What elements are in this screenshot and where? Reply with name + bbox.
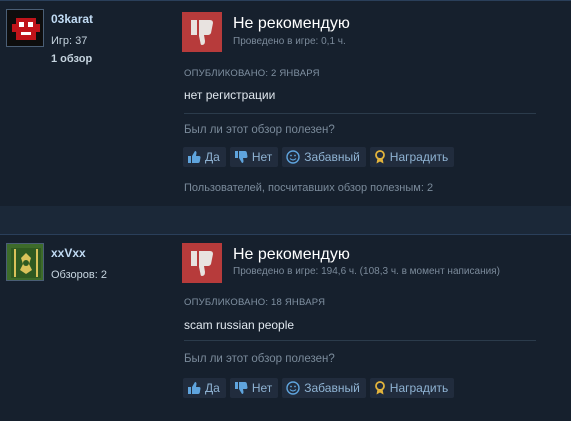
- thumbs-up-icon: [187, 381, 201, 395]
- review-verdict[interactable]: Не рекомендую: [233, 246, 350, 264]
- playtime: Проведено в игре: 0,1 ч.: [233, 36, 346, 47]
- games-owned[interactable]: Игр: 37: [51, 35, 87, 47]
- smiley-icon: [286, 381, 300, 395]
- vote-funny-button[interactable]: Забавный: [282, 147, 366, 167]
- award-label: Наградить: [389, 381, 449, 395]
- thumbs-down-icon: [234, 150, 248, 164]
- posted-date: ОПУБЛИКОВАНО: 18 ЯНВАРЯ: [184, 297, 326, 308]
- username[interactable]: xxVxx: [51, 246, 86, 260]
- review-card: xxVxx Обзоров: 2 Не рекомендую Проведено…: [0, 234, 571, 421]
- review-verdict[interactable]: Не рекомендую: [233, 15, 350, 33]
- award-icon: [374, 150, 386, 164]
- vote-no-button[interactable]: Нет: [229, 378, 279, 398]
- vote-no-label: Нет: [251, 150, 273, 164]
- vote-funny-label: Забавный: [304, 381, 360, 395]
- vote-yes-label: Да: [205, 381, 220, 395]
- divider: [184, 340, 536, 341]
- reviews-count[interactable]: 1 обзор: [51, 53, 92, 65]
- smiley-icon: [286, 150, 300, 164]
- vote-funny-button[interactable]: Забавный: [282, 378, 366, 398]
- avatar[interactable]: [6, 243, 44, 281]
- vote-no-label: Нет: [251, 381, 273, 395]
- review-card: 03karat Игр: 37 1 обзор Не рекомендую Пр…: [0, 0, 571, 207]
- verdict-thumbs-down-icon: [182, 243, 222, 283]
- reviews-count[interactable]: Обзоров: 2: [51, 269, 107, 281]
- helpful-question: Был ли этот обзор полезен?: [184, 124, 335, 136]
- helpful-question: Был ли этот обзор полезен?: [184, 353, 335, 365]
- helpful-count: Пользователей, посчитавших обзор полезны…: [184, 182, 434, 194]
- vote-yes-button[interactable]: Да: [183, 378, 226, 398]
- vote-yes-button[interactable]: Да: [183, 147, 226, 167]
- award-button[interactable]: Наградить: [369, 147, 455, 167]
- vote-yes-label: Да: [205, 150, 220, 164]
- vote-no-button[interactable]: Нет: [229, 147, 279, 167]
- review-text: scam russian people: [184, 318, 295, 332]
- vote-buttons: Да Нет Забавный Наградить: [183, 147, 455, 167]
- thumbs-down-icon: [234, 381, 248, 395]
- award-label: Наградить: [389, 150, 449, 164]
- playtime: Проведено в игре: 194,6 ч. (108,3 ч. в м…: [233, 266, 500, 277]
- review-text: нет регистрации: [184, 88, 276, 102]
- award-button[interactable]: Наградить: [369, 378, 455, 398]
- review-separator: [0, 206, 571, 234]
- vote-buttons: Да Нет Забавный Наградить: [183, 378, 455, 398]
- verdict-thumbs-down-icon: [182, 12, 222, 52]
- award-icon: [374, 381, 386, 395]
- divider: [184, 113, 536, 114]
- username[interactable]: 03karat: [51, 12, 93, 26]
- vote-funny-label: Забавный: [304, 150, 360, 164]
- posted-date: ОПУБЛИКОВАНО: 2 ЯНВАРЯ: [184, 68, 320, 79]
- thumbs-up-icon: [187, 150, 201, 164]
- avatar[interactable]: [6, 9, 44, 47]
